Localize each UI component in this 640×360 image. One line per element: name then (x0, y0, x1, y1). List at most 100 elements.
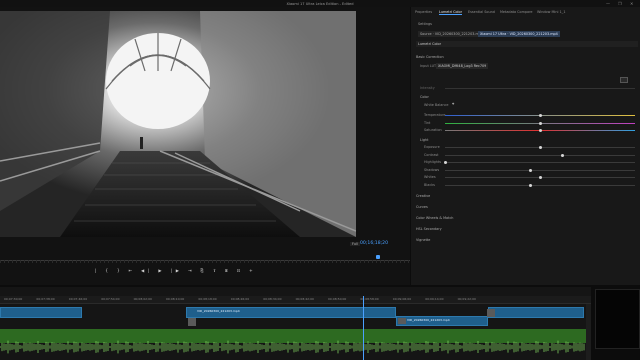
maximize-icon[interactable]: ❐ (618, 1, 622, 6)
minimize-icon[interactable]: — (606, 1, 610, 6)
source-selector[interactable]: Source · VID_20260300_221203.mp4 (418, 31, 486, 37)
lut-preview-thumbnail (620, 77, 628, 83)
lumetri-panel (411, 7, 640, 285)
step-forward-icon[interactable]: |▶ (171, 268, 183, 273)
preset-field[interactable]: Lumetri Color (416, 41, 638, 47)
ruler-tick-label: 00;08;42;00 (295, 297, 314, 301)
ruler-tick-label: 00;08;50;00 (328, 297, 347, 301)
export-frame-icon[interactable]: ⌸ (225, 268, 231, 273)
window-title: Xiaomi 17 Ultra Leica Edition - Edited (286, 1, 354, 6)
video-clip[interactable] (0, 307, 82, 318)
light-slider-knob[interactable] (538, 176, 542, 179)
section-curves[interactable]: Curves (416, 205, 428, 209)
ruler-tick-label: 00;08;10;00 (166, 297, 185, 301)
light-slider-knob[interactable] (561, 153, 565, 157)
go-to-out-icon[interactable]: ⇥ (188, 268, 195, 273)
settings-label[interactable]: Settings (418, 22, 432, 26)
add-button-icon[interactable]: + (249, 268, 256, 273)
light-slider-knob[interactable] (538, 146, 542, 149)
video-clip[interactable]: VID_20260300_221203.mp4 (396, 316, 488, 326)
timeline-ruler[interactable]: 00;07;30;00 00;07;38;00 00;07;46;00 00;07;5… (0, 296, 591, 304)
ruler-tick-label: 00;09;22;00 (457, 297, 476, 301)
light-slider-label: Blacks (424, 182, 435, 187)
mark-out-icon[interactable]: { (105, 268, 111, 273)
program-playhead[interactable] (376, 255, 380, 259)
waveform-path (0, 340, 585, 354)
clip-thumbnail (398, 318, 406, 324)
light-slider-knob[interactable] (443, 161, 447, 164)
ruler-tick-label: 00;09;14;00 (425, 297, 444, 301)
ruler-tick-label: 00;08;18;00 (198, 297, 217, 301)
white-balance-label: White Balance (424, 103, 449, 107)
ruler-tick-label: 00;08;26;00 (230, 297, 250, 301)
ruler-tick-label: 00;07;54;00 (101, 297, 120, 301)
ruler-tick-label: 00;07;38;00 (36, 297, 55, 301)
go-to-in-point-icon[interactable]: ⇤ (129, 268, 136, 273)
mark-in-icon[interactable]: | (95, 268, 100, 273)
light-slider-track[interactable] (445, 184, 635, 186)
section-creative[interactable]: Creative (416, 194, 430, 198)
transport-controls: | { } ⇤ ◀| ▶ |▶ ⇥ ⎘ ⇪ ⌸ ⊡ + (95, 268, 256, 273)
tab-metadata-compare[interactable]: Metadata Compare (500, 10, 533, 14)
ruler-tick-label: 00;08;34;00 (263, 297, 282, 301)
extract-icon[interactable]: ⇪ (213, 268, 220, 273)
light-slider-label: Whites (424, 175, 436, 179)
light-slider-label: Highlights (424, 160, 442, 164)
ruler-tick-label: 00;07;46;00 (68, 297, 88, 301)
light-slider-knob[interactable] (529, 183, 532, 187)
ruler-tick-label: 00;07;30;00 (4, 297, 23, 301)
color-slider-knob[interactable] (538, 121, 542, 125)
sequence-selector[interactable]: Xiaomi 17 Ultra · VID_20260300_221203.mp… (478, 31, 560, 37)
intensity-label: Intensity (420, 86, 435, 90)
color-slider-knob[interactable] (538, 114, 542, 117)
section-hsl-secondary[interactable]: HSL Secondary (416, 227, 442, 231)
video-clip[interactable]: VID_20260300_221203.mp4 (186, 307, 396, 318)
fit-dropdown[interactable]: Full (350, 242, 360, 246)
light-slider-label: Exposure (424, 145, 440, 149)
color-slider-knob[interactable] (538, 129, 542, 132)
close-icon[interactable]: ✕ (630, 1, 633, 6)
intensity-slider[interactable] (445, 88, 635, 89)
light-slider-track[interactable] (445, 169, 635, 171)
color-slider-label: Saturation (424, 128, 442, 132)
program-scrubber[interactable] (0, 258, 410, 263)
timeline-playhead[interactable] (363, 296, 364, 360)
section-basic-correction[interactable]: Basic Correction (416, 55, 444, 59)
timeline-vertical-scrollbar[interactable] (586, 304, 591, 360)
tab-properties[interactable]: Properties (415, 10, 432, 14)
tab-window-mini[interactable]: Window Mini 1_1 (537, 10, 566, 14)
tab-essential-sound[interactable]: Essential Sound (468, 10, 495, 14)
clip-thumbnail (188, 318, 196, 326)
light-slider-track[interactable] (445, 162, 635, 163)
play-icon[interactable]: ▶ (158, 268, 165, 273)
go-to-in-icon[interactable]: } (117, 268, 123, 273)
section-color[interactable]: Color (420, 95, 429, 99)
light-slider-knob[interactable] (529, 168, 532, 172)
title-bar: Xiaomi 17 Ultra Leica Edition - Edited —… (0, 0, 640, 7)
clip-thumbnail (487, 309, 495, 317)
program-video-frame[interactable] (0, 11, 356, 237)
mini-monitor (595, 289, 640, 349)
light-slider-track[interactable] (445, 154, 635, 156)
audio-waveform (0, 340, 585, 354)
eyedropper-icon[interactable]: ⌖ (452, 101, 454, 106)
light-slider-label: Shadows (424, 167, 440, 172)
ruler-tick-label: 00;08;02;00 (133, 297, 152, 301)
input-lut-label: Input LUT (420, 64, 437, 68)
section-vignette[interactable]: Vignette (416, 238, 430, 242)
input-lut-dropdown[interactable]: XIAOMI_DMI48_Log3 Rec709 (436, 63, 489, 69)
tab-lumetri-color[interactable]: Lumetri Color (439, 10, 462, 15)
video-clip[interactable] (488, 307, 584, 318)
tunnel-stairs-image (0, 11, 356, 237)
program-timecode[interactable]: 00;16;18;20 (360, 241, 388, 246)
ruler-tick-label: 00;09;06;00 (392, 297, 412, 301)
section-light[interactable]: Light (420, 138, 428, 142)
color-slider-label: Tint (424, 120, 431, 125)
lift-icon[interactable]: ⎘ (200, 268, 207, 273)
panel-tabs: Properties Lumetri Color Essential Sound… (411, 10, 640, 18)
color-slider-label: Temperature (424, 113, 446, 117)
light-slider-label: Contrast (424, 152, 439, 157)
section-color-wheels[interactable]: Color Wheels & Match (416, 216, 453, 220)
comparison-view-icon[interactable]: ⊡ (237, 268, 244, 273)
step-back-icon[interactable]: ◀| (141, 268, 153, 273)
